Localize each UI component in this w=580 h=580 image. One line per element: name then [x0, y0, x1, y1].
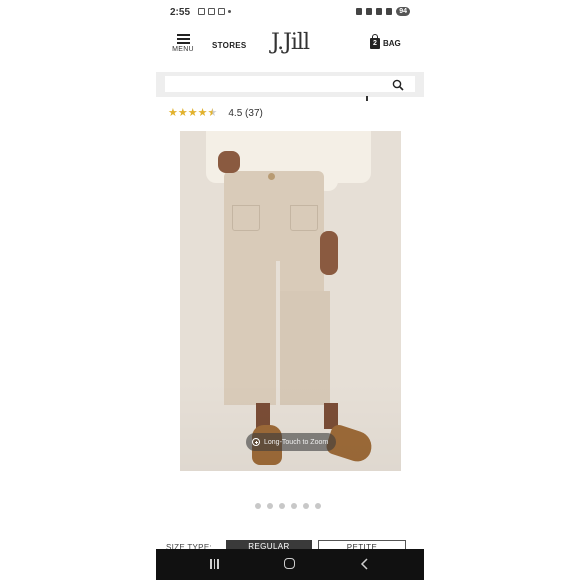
carousel-dot[interactable] [279, 503, 285, 509]
pants-pocket [290, 205, 318, 231]
menu-button[interactable]: MENU [170, 32, 196, 53]
image-carousel-dots [255, 503, 321, 509]
location-icon [366, 8, 373, 15]
carousel-dot[interactable] [267, 503, 273, 509]
pants-button [268, 173, 275, 180]
product-image[interactable]: Long-Touch to Zoom [180, 131, 401, 471]
notification-icons [198, 8, 231, 15]
star-icon: ★ [197, 107, 208, 119]
bag-label: BAG [383, 39, 401, 48]
carousel-dot[interactable] [303, 503, 309, 509]
half-star-icon: ★ [207, 107, 218, 119]
status-time: 2:55 [170, 7, 191, 18]
system-icons: 94 [356, 7, 410, 16]
signal-icon [386, 8, 393, 15]
star-icon: ★ [187, 107, 198, 119]
brand-logo[interactable]: J.Jill [266, 30, 314, 55]
pants-pocket [232, 205, 260, 231]
floor-shadow [180, 381, 401, 471]
product-title-fragment [366, 96, 368, 101]
status-bar: 2:55 94 [156, 0, 424, 24]
rating-stars: ★ ★ ★ ★ ★ [168, 107, 217, 119]
model-hand [320, 231, 338, 275]
carousel-dot[interactable] [315, 503, 321, 509]
model-hand [218, 151, 240, 173]
search-icon[interactable] [392, 79, 404, 91]
bag-icon: 2 [370, 34, 380, 49]
site-header: MENU STORES J.Jill 2 BAG [156, 26, 424, 70]
back-icon[interactable] [360, 558, 370, 570]
menu-icon [170, 34, 196, 44]
search-input[interactable] [165, 76, 415, 92]
zoom-hint[interactable]: Long-Touch to Zoom [246, 433, 337, 451]
rating-value: 4.5 (37) [228, 107, 263, 119]
home-icon[interactable] [284, 558, 295, 569]
search-bar [156, 72, 424, 97]
carousel-dot[interactable] [291, 503, 297, 509]
notification-dot-icon [228, 10, 231, 13]
menu-label: MENU [172, 46, 194, 53]
nfc-icon [356, 8, 363, 15]
wifi-icon [376, 8, 383, 15]
carousel-dot[interactable] [255, 503, 261, 509]
notification-icon [198, 8, 205, 15]
zoom-hint-label: Long-Touch to Zoom [264, 438, 329, 446]
zoom-icon [252, 438, 260, 446]
pants [224, 171, 324, 301]
star-icon: ★ [177, 107, 188, 119]
bag-button[interactable]: 2 BAG [370, 34, 401, 49]
product-rating[interactable]: ★ ★ ★ ★ ★ 4.5 (37) [168, 107, 263, 119]
star-icon: ★ [168, 107, 178, 119]
notification-icon [208, 8, 215, 15]
battery-icon: 94 [396, 7, 410, 16]
phone-screen: 2:55 94 MENU STORES J.Jill 2 BAG ★ ★ ★ ★… [156, 0, 424, 580]
notification-icon [218, 8, 225, 15]
recents-icon[interactable] [210, 559, 220, 569]
system-navigation-bar [156, 549, 424, 580]
stores-link[interactable]: STORES [212, 41, 247, 50]
